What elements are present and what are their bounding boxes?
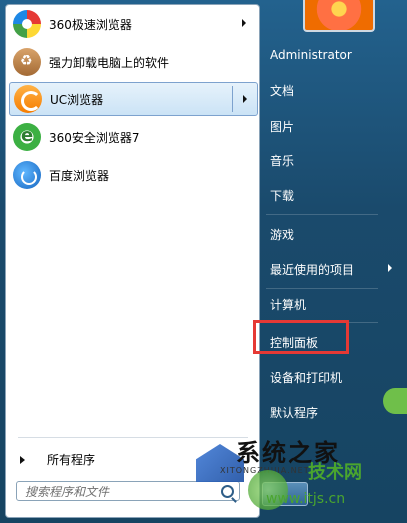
menu-item-devices-printers[interactable]: 设备和打印机 — [270, 369, 342, 386]
all-programs-button[interactable]: 所有程序 — [20, 451, 95, 468]
watermark-url: www.itjs.cn — [266, 491, 346, 507]
user-avatar[interactable] — [303, 0, 375, 32]
program-item-baidu-browser[interactable]: 百度浏览器 — [9, 158, 256, 192]
submenu-arrow-icon[interactable] — [243, 95, 247, 103]
program-label: UC浏览器 — [50, 92, 104, 107]
start-menu: 360极速浏览器 强力卸载电脑上的软件 UC浏览器 360安全浏览器7 百度浏览… — [0, 0, 407, 523]
program-label: 360极速浏览器 — [49, 17, 132, 32]
360-browser-icon — [13, 10, 41, 38]
divider — [266, 288, 378, 289]
menu-item-user[interactable]: Administrator — [270, 48, 352, 62]
split-divider — [232, 86, 233, 112]
watermark-site: 技术网 — [308, 462, 362, 483]
divider — [266, 214, 378, 215]
expand-arrow-icon — [20, 455, 25, 464]
decorative-dot — [383, 388, 407, 414]
menu-item-computer[interactable]: 计算机 — [270, 296, 306, 313]
search-placeholder: 搜索程序和文件 — [25, 485, 110, 499]
menu-item-downloads[interactable]: 下载 — [270, 187, 294, 204]
uninstall-box-icon — [13, 48, 41, 76]
program-item-uc-browser[interactable]: UC浏览器 — [9, 82, 258, 116]
uc-browser-icon — [14, 85, 42, 113]
menu-item-games[interactable]: 游戏 — [270, 226, 294, 243]
menu-item-recent[interactable]: 最近使用的项目 — [270, 261, 393, 278]
program-item-uninstaller[interactable]: 强力卸载电脑上的软件 — [9, 45, 256, 79]
menu-item-default-programs[interactable]: 默认程序 — [270, 404, 318, 421]
all-programs-label: 所有程序 — [47, 453, 96, 467]
menu-item-music[interactable]: 音乐 — [270, 152, 294, 169]
program-item-360-browser[interactable]: 360极速浏览器 — [9, 7, 256, 41]
menu-item-documents[interactable]: 文档 — [270, 82, 294, 99]
program-label: 强力卸载电脑上的软件 — [49, 55, 170, 70]
baidu-browser-icon — [13, 161, 41, 189]
360-safe-browser-icon — [13, 123, 41, 151]
highlight-annotation-box — [253, 320, 349, 354]
program-label: 360安全浏览器7 — [49, 130, 140, 145]
program-label: 百度浏览器 — [49, 168, 110, 183]
menu-item-pictures[interactable]: 图片 — [270, 118, 294, 135]
program-item-360-safe-browser[interactable]: 360安全浏览器7 — [9, 120, 256, 154]
submenu-arrow-icon[interactable] — [242, 19, 246, 27]
watermark: 系统之家 XITONGZHIJIA.NET 技术网 www.itjs.cn — [196, 430, 407, 523]
